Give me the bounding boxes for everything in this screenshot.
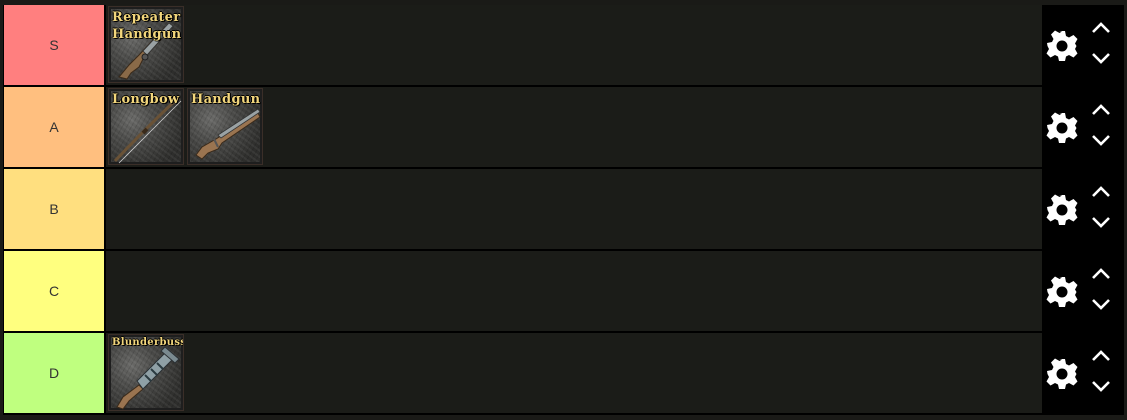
chevron-up-icon[interactable]	[1090, 265, 1112, 281]
chevron-down-icon[interactable]	[1090, 215, 1112, 231]
tier-label-c[interactable]: C	[4, 251, 104, 331]
chevron-down-icon[interactable]	[1090, 379, 1112, 395]
tier-controls-b	[1042, 169, 1124, 249]
tier-items-b[interactable]	[106, 169, 1042, 249]
tier-row-s: S Repeater Handgun	[3, 5, 1124, 85]
item-longbow[interactable]: Longbow	[108, 88, 184, 165]
item-name: Longbow	[112, 92, 180, 107]
gear-icon[interactable]	[1044, 28, 1080, 64]
tier-row-a: A Longbow Handgun	[3, 87, 1124, 167]
tier-items-d[interactable]: Blunderbuss	[106, 333, 1042, 413]
tier-items-s[interactable]: Repeater Handgun	[106, 5, 1042, 85]
tier-row-b: B	[3, 169, 1124, 249]
chevron-down-icon[interactable]	[1090, 133, 1112, 149]
gear-icon[interactable]	[1044, 274, 1080, 310]
tier-label-b[interactable]: B	[4, 169, 104, 249]
tier-items-a[interactable]: Longbow Handgun	[106, 87, 1042, 167]
item-blunderbuss[interactable]: Blunderbuss	[108, 334, 184, 411]
item-name: Handgun	[191, 92, 261, 107]
tier-controls-s	[1042, 5, 1124, 85]
tier-label-d[interactable]: D	[4, 333, 104, 413]
gear-icon[interactable]	[1044, 192, 1080, 228]
chevron-down-icon[interactable]	[1090, 51, 1112, 67]
tier-row-c: C	[3, 251, 1124, 331]
chevron-up-icon[interactable]	[1090, 347, 1112, 363]
gear-icon[interactable]	[1044, 356, 1080, 392]
item-repeater-handgun[interactable]: Repeater Handgun	[108, 6, 184, 83]
chevron-up-icon[interactable]	[1090, 101, 1112, 117]
item-name: Blunderbuss	[112, 337, 184, 348]
tier-row-d: D Blunderbuss	[3, 333, 1124, 413]
tier-items-c[interactable]	[106, 251, 1042, 331]
tier-label-s[interactable]: S	[4, 5, 104, 85]
tier-controls-c	[1042, 251, 1124, 331]
chevron-up-icon[interactable]	[1090, 183, 1112, 199]
chevron-down-icon[interactable]	[1090, 297, 1112, 313]
tier-label-a[interactable]: A	[4, 87, 104, 167]
tier-controls-d	[1042, 333, 1124, 413]
chevron-up-icon[interactable]	[1090, 19, 1112, 35]
tier-list: S Repeater Handgun A Longbow Handgun B C…	[3, 5, 1124, 415]
tier-controls-a	[1042, 87, 1124, 167]
item-handgun[interactable]: Handgun	[187, 88, 263, 165]
gear-icon[interactable]	[1044, 110, 1080, 146]
item-name: Repeater Handgun	[112, 10, 182, 42]
